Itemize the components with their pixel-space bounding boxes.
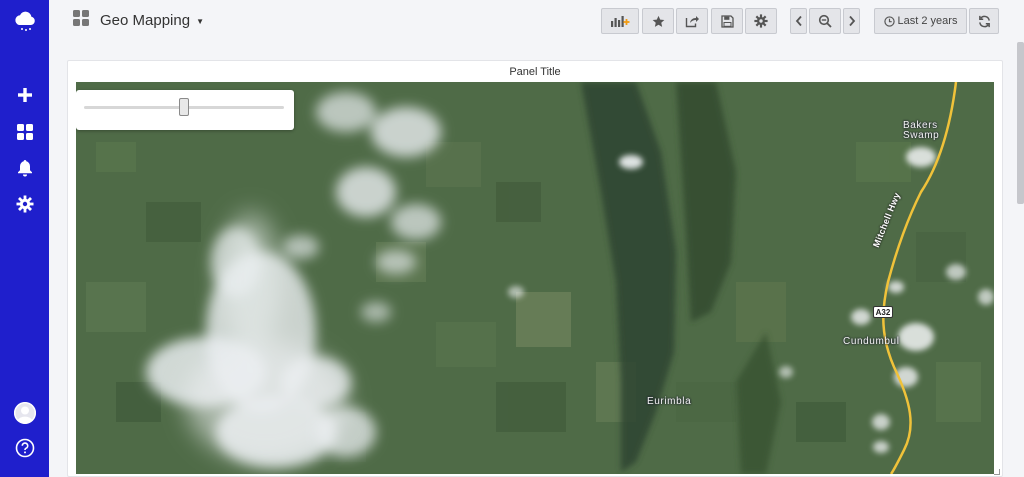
panel-title[interactable]: Panel Title xyxy=(68,66,1002,78)
help-icon[interactable] xyxy=(12,435,37,460)
chevron-right-icon xyxy=(848,15,856,27)
zoom-out-button[interactable] xyxy=(809,8,841,34)
save-icon xyxy=(720,14,734,28)
settings-button[interactable] xyxy=(745,8,777,34)
opacity-slider-control xyxy=(76,90,294,130)
share-button[interactable] xyxy=(676,8,708,34)
bell-icon[interactable] xyxy=(12,155,37,180)
place-label-swamp: Swamp xyxy=(903,130,940,141)
clock-icon xyxy=(883,15,895,27)
route-shield: A32 xyxy=(873,306,893,318)
dashboard-title: Geo Mapping xyxy=(100,11,191,29)
cloud-logo-icon[interactable] xyxy=(12,8,37,33)
time-range-label: Last 2 years xyxy=(897,15,958,27)
share-icon xyxy=(685,15,699,28)
dashboard-grid-icon xyxy=(72,9,90,32)
dashboard-picker[interactable]: Geo Mapping ▼ xyxy=(72,8,204,32)
satellite-imagery xyxy=(76,82,994,474)
chevron-left-icon xyxy=(795,15,803,27)
star-icon xyxy=(652,15,665,28)
zoom-out-icon xyxy=(818,14,832,28)
user-avatar-icon[interactable] xyxy=(12,400,37,425)
place-label-cundumbul: Cundumbul xyxy=(843,336,900,347)
sidebar xyxy=(0,0,49,477)
plus-icon[interactable] xyxy=(12,82,37,107)
page-scrollbar[interactable] xyxy=(1017,42,1024,204)
add-panel-button[interactable] xyxy=(601,8,639,34)
slider-thumb[interactable] xyxy=(179,98,189,116)
time-range-picker[interactable]: Last 2 years xyxy=(874,8,967,34)
place-label-eurimbla: Eurimbla xyxy=(647,396,692,407)
add-panel-icon xyxy=(610,14,630,28)
panel-resize-handle[interactable] xyxy=(994,469,1000,475)
time-back-button[interactable] xyxy=(790,8,807,34)
caret-down-icon: ▼ xyxy=(196,17,204,26)
time-forward-button[interactable] xyxy=(843,8,860,34)
satellite-map[interactable]: Bakers Swamp Cundumbul Eurimbla Mitchell… xyxy=(76,82,994,474)
dashboards-icon[interactable] xyxy=(12,119,37,144)
save-button[interactable] xyxy=(711,8,743,34)
refresh-button[interactable] xyxy=(969,8,999,34)
map-panel: Panel Title Bakers Swamp Cundumbul Eurim… xyxy=(67,60,1003,477)
gear-icon[interactable] xyxy=(12,191,37,216)
refresh-icon xyxy=(978,15,991,28)
settings-icon xyxy=(754,14,768,28)
star-button[interactable] xyxy=(642,8,674,34)
